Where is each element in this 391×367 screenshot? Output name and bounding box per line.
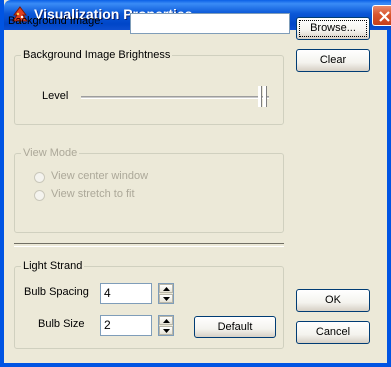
view-stretch-label: View stretch to fit: [51, 188, 135, 200]
bulb-spacing-label: Bulb Spacing: [24, 286, 89, 298]
clear-button-label: Clear: [319, 54, 347, 66]
clear-button[interactable]: Clear: [296, 49, 370, 72]
default-button-label: Default: [217, 321, 253, 333]
arrow-down-icon: [163, 329, 170, 333]
background-image-label: Background Image:: [8, 15, 104, 27]
arrow-up-icon: [163, 287, 170, 291]
level-slider-track[interactable]: [81, 96, 269, 99]
bulb-spacing-up-button[interactable]: [159, 284, 173, 293]
bulb-spacing-down-button[interactable]: [159, 294, 173, 303]
bulb-size-label: Bulb Size: [38, 318, 85, 330]
close-button[interactable]: [372, 5, 391, 26]
level-slider-thumb[interactable]: [258, 86, 269, 107]
default-button[interactable]: Default: [194, 316, 276, 338]
view-stretch-radio[interactable]: [34, 190, 45, 201]
bulb-size-down-button[interactable]: [159, 326, 173, 335]
separator-line: [14, 243, 284, 247]
bulb-size-input[interactable]: 2: [100, 315, 152, 336]
bulb-spacing-input[interactable]: 4: [100, 283, 152, 304]
arrow-down-icon: [163, 297, 170, 301]
bulb-spacing-spinner[interactable]: [158, 283, 174, 304]
cancel-button-label: Cancel: [315, 326, 351, 338]
browse-button[interactable]: Browse...: [296, 17, 370, 40]
ok-button[interactable]: OK: [296, 289, 370, 312]
focus-rect: [299, 20, 367, 37]
dialog-window: Visualization Properties Background Imag…: [0, 0, 391, 367]
ok-button-label: OK: [325, 294, 341, 306]
background-image-input[interactable]: [130, 13, 290, 34]
brightness-group-title: Background Image Brightness: [21, 49, 173, 61]
bulb-size-spinner[interactable]: [158, 315, 174, 336]
light-strand-group-title: Light Strand: [21, 260, 85, 272]
cancel-button[interactable]: Cancel: [296, 321, 370, 344]
arrow-up-icon: [163, 319, 170, 323]
view-center-label: View center window: [51, 170, 149, 182]
view-mode-group-title: View Mode: [21, 147, 80, 159]
level-label: Level: [42, 90, 69, 102]
bulb-size-up-button[interactable]: [159, 316, 173, 325]
close-x-icon: [379, 11, 390, 22]
view-center-radio[interactable]: [34, 172, 45, 183]
